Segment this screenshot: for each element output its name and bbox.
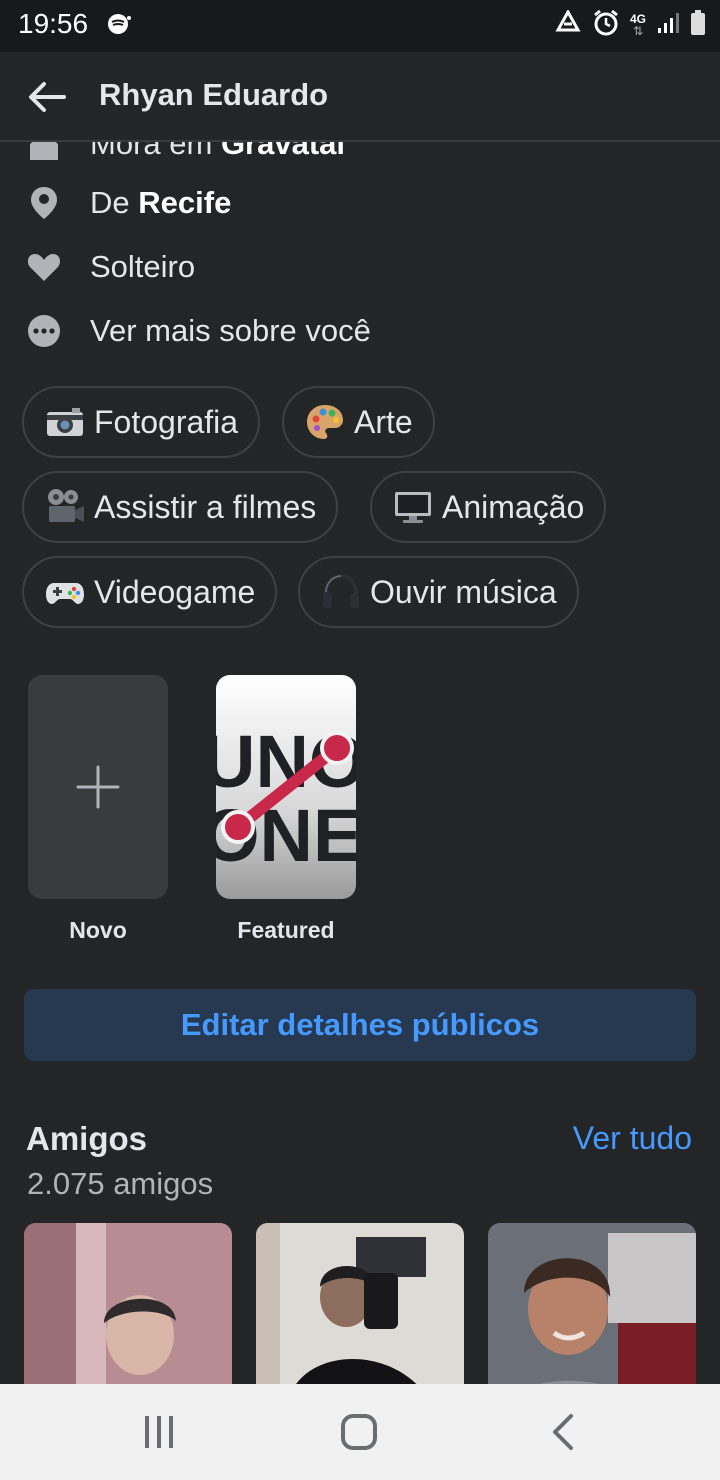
intro-lives-city: Gravataí: [220, 142, 346, 161]
edit-public-details-button[interactable]: Editar detalhes públicos: [24, 989, 696, 1061]
hobby-label: Assistir a filmes: [94, 488, 317, 525]
plus-icon: [76, 765, 120, 809]
hobby-chip-animacao[interactable]: Animação: [370, 471, 607, 543]
headphones-icon: [320, 571, 362, 613]
camera-icon: [44, 401, 86, 443]
network-indicator: 4G ⇅: [629, 12, 646, 38]
hobby-label: Fotografia: [94, 403, 239, 440]
friends-see-all-link[interactable]: Ver tudo: [573, 1120, 692, 1157]
status-bar: 19:56 4G ⇅: [0, 0, 720, 52]
hobby-chip-assistir-filmes[interactable]: Assistir a filmes: [22, 471, 339, 543]
friend-photo[interactable]: [24, 1223, 232, 1384]
recycle-icon: [554, 8, 582, 41]
new-featured-label: Novo: [69, 917, 127, 943]
intro-from: De Recife: [0, 175, 720, 231]
profile-content: Mora em Gravataí De Recife Solteiro Ver …: [0, 142, 720, 1384]
intro-relationship-text: Solteiro: [90, 249, 196, 284]
hobby-label: Animação: [442, 488, 585, 525]
featured-collection[interactable]: UNO ONE: [216, 675, 356, 899]
monitor-icon: [392, 486, 434, 528]
more-dots-icon: [26, 313, 62, 349]
hobby-label: Ouvir música: [370, 573, 557, 610]
signal-icon: [656, 11, 680, 40]
heart-icon: [26, 249, 62, 285]
hobby-chip-videogame[interactable]: Videogame: [22, 556, 278, 628]
intro-see-more[interactable]: Ver mais sobre você: [0, 303, 720, 359]
spotify-icon: [106, 12, 132, 41]
intro-lives-in: Mora em Gravataí: [0, 142, 720, 172]
recent-apps-icon: [145, 1416, 173, 1448]
system-nav-bar: [0, 1384, 720, 1480]
friend-photo[interactable]: [488, 1223, 696, 1384]
alarm-icon: [592, 9, 620, 42]
hobby-chip-arte[interactable]: Arte: [282, 386, 435, 458]
battery-icon: [690, 9, 706, 41]
featured-label: Featured: [237, 917, 335, 943]
friends-title: Amigos: [26, 1120, 148, 1157]
intro-see-more-text: Ver mais sobre você: [90, 313, 371, 348]
status-time: 19:56: [18, 8, 89, 39]
home-circle-icon: [341, 1414, 377, 1450]
hobby-label: Videogame: [94, 573, 256, 610]
new-featured-button[interactable]: [28, 675, 168, 899]
system-back-button[interactable]: [543, 1412, 583, 1452]
friends-count: 2.075 amigos: [27, 1166, 214, 1201]
film-projector-icon: [44, 486, 86, 528]
edit-public-details-label: Editar detalhes públicos: [180, 1007, 540, 1042]
location-pin-icon: [26, 185, 62, 221]
intro-relationship: Solteiro: [0, 239, 720, 295]
intro-from-city: Recife: [138, 185, 232, 220]
palette-icon: [304, 401, 346, 443]
uno-one-logo: UNO ONE: [216, 720, 356, 877]
gamepad-icon: [44, 571, 86, 613]
arrow-left-icon: [29, 82, 66, 112]
home-button[interactable]: [339, 1412, 379, 1452]
page-title: Rhyan Eduardo: [99, 77, 329, 112]
back-button[interactable]: [24, 74, 70, 120]
intro-from-prefix: De: [90, 185, 130, 220]
friend-photo[interactable]: [256, 1223, 464, 1384]
chevron-left-icon: [553, 1414, 573, 1450]
app-bar: Rhyan Eduardo: [0, 52, 720, 142]
hobby-label: Arte: [354, 403, 413, 440]
home-icon: [26, 142, 62, 162]
recent-apps-button[interactable]: [139, 1412, 179, 1452]
hobby-chip-fotografia[interactable]: Fotografia: [22, 386, 261, 458]
intro-lives-prefix: Mora em: [90, 142, 213, 161]
hobby-chip-ouvir-musica[interactable]: Ouvir música: [298, 556, 579, 628]
